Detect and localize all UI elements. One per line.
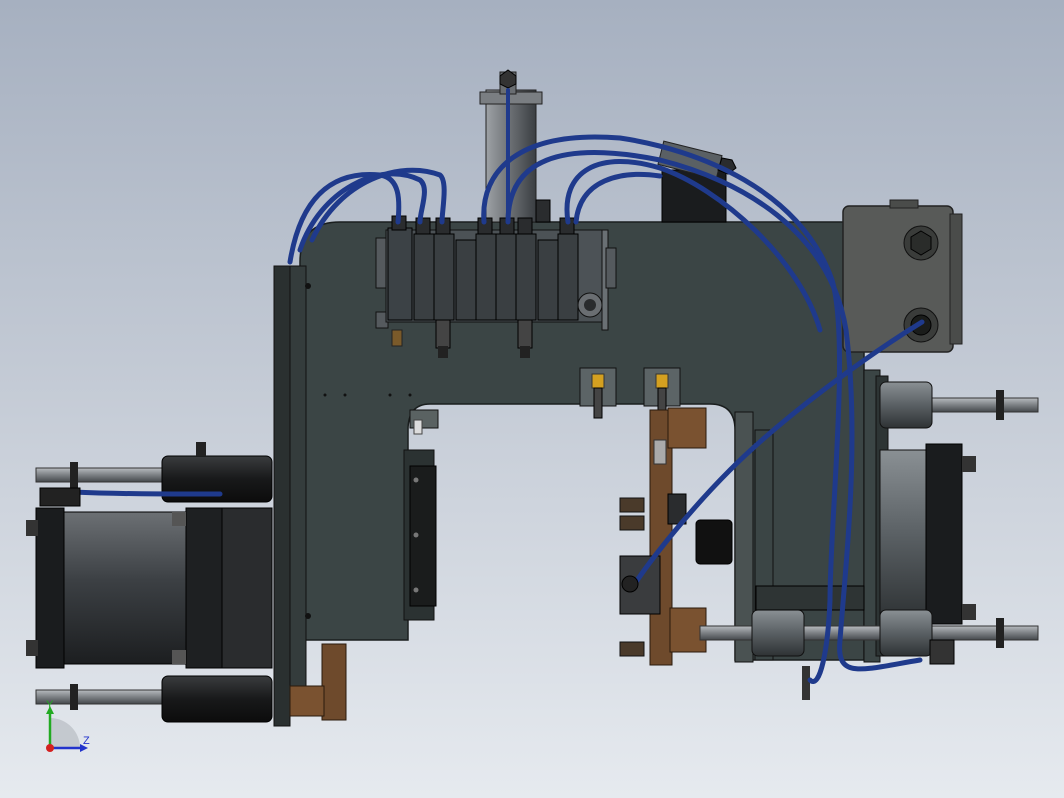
- left-main-cylinder[interactable]: [26, 507, 273, 669]
- right-upper-cylinder[interactable]: [879, 381, 1039, 429]
- y-axis-label: Y: [46, 699, 54, 711]
- cad-viewport[interactable]: Y Z: [0, 0, 1064, 798]
- valve-8[interactable]: [537, 239, 559, 321]
- sensor-bracket-left[interactable]: [579, 367, 617, 419]
- junction-box[interactable]: [842, 199, 963, 353]
- valve-1[interactable]: [387, 215, 413, 321]
- silencer-icon: [577, 292, 603, 318]
- x-axis-dot: [46, 744, 54, 752]
- axis-triad: [46, 706, 88, 752]
- hex-nut-icon: [903, 225, 939, 261]
- valve-4[interactable]: [455, 239, 477, 321]
- z-axis-label: Z: [83, 735, 90, 747]
- assembly-model[interactable]: [0, 0, 1064, 798]
- right-main-cylinder[interactable]: [879, 443, 976, 625]
